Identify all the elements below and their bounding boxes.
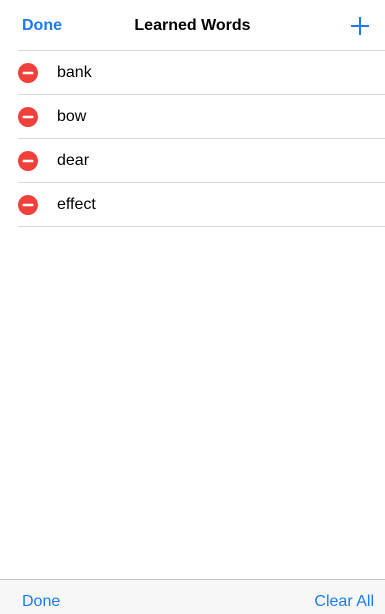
list-item: bow [18, 95, 385, 139]
minus-circle-icon[interactable] [18, 151, 38, 171]
bottom-toolbar: Done Clear All [0, 579, 385, 614]
clear-all-button[interactable]: Clear All [314, 593, 374, 611]
minus-circle-icon[interactable] [18, 63, 38, 83]
toolbar-done-button[interactable]: Done [22, 593, 60, 611]
word-label: dear [57, 152, 90, 169]
minus-circle-icon[interactable] [18, 107, 38, 127]
word-label: bank [57, 64, 92, 81]
navigation-bar: Done Learned Words [0, 0, 385, 50]
word-label: bow [57, 108, 87, 125]
list-item: effect [18, 183, 385, 227]
word-label: effect [57, 196, 96, 213]
page-title: Learned Words [134, 17, 251, 34]
word-list: bank bow dear effect [0, 50, 385, 227]
list-item: dear [18, 139, 385, 183]
plus-icon[interactable] [350, 16, 370, 36]
minus-circle-icon[interactable] [18, 195, 38, 215]
list-item: bank [18, 50, 385, 95]
